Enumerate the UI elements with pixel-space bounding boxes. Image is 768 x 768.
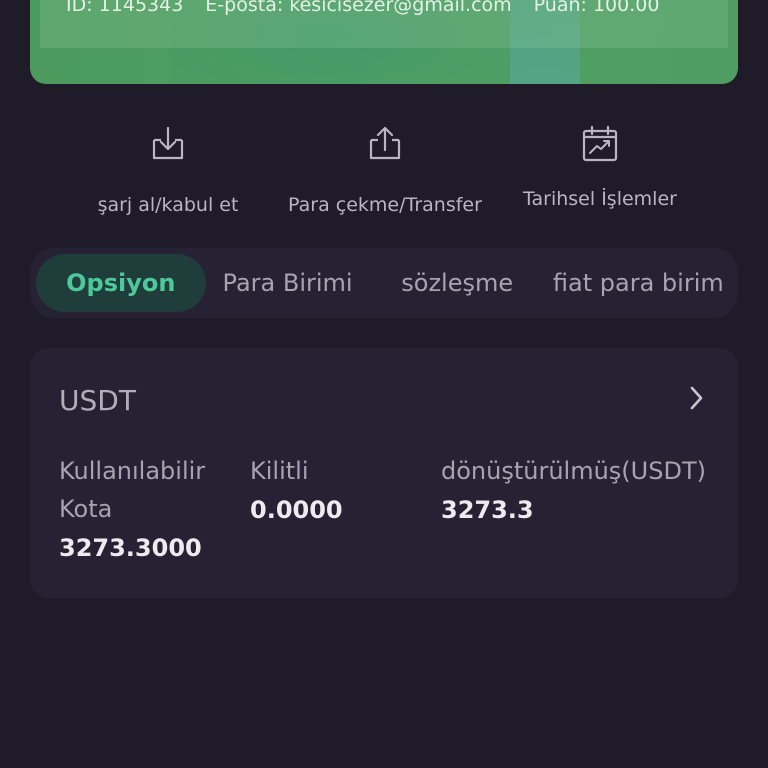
asset-card-usdt[interactable]: USDT Kullanılabilir Kota 3273.3000 Kilit… [30, 348, 738, 598]
converted-value: 3273.3 [441, 496, 534, 524]
profile-card: ID: 1145343 E-posta: kesicisezer@gmail.c… [30, 0, 738, 84]
locked-value: 0.0000 [250, 496, 343, 524]
withdraw-transfer-button[interactable]: Para çekme/Transfer [280, 124, 490, 216]
user-id: ID: 1145343 [66, 0, 184, 16]
locked-label: Kilitli [250, 457, 309, 485]
upload-tray-icon [369, 126, 401, 160]
wallet-page: ID: 1145343 E-posta: kesicisezer@gmail.c… [0, 0, 768, 768]
chevron-right-icon[interactable] [686, 384, 706, 412]
converted-label: dönüştürülmüş(USDT) [441, 457, 706, 485]
user-score: Puan: 100.00 [533, 0, 660, 16]
available-label: Kullanılabilir Kota [59, 457, 206, 523]
deposit-button[interactable]: şarj al/kabul et [88, 124, 248, 216]
available-column: Kullanılabilir Kota 3273.3000 [59, 452, 229, 562]
available-value: 3273.3000 [59, 534, 202, 562]
locked-column: Kilitli 0.0000 [250, 452, 343, 524]
tab-opsiyon[interactable]: Opsiyon [36, 254, 206, 312]
history-button[interactable]: Tarihsel İşlemler [515, 124, 685, 210]
asset-currency: USDT [59, 384, 136, 417]
calendar-chart-icon [582, 125, 618, 162]
converted-column: dönüştürülmüş(USDT) 3273.3 [441, 452, 706, 524]
deposit-label: şarj al/kabul et [97, 194, 239, 216]
profile-info-bar: ID: 1145343 E-posta: kesicisezer@gmail.c… [40, 0, 728, 48]
tab-sozlesme[interactable]: sözleşme [370, 254, 545, 312]
history-label: Tarihsel İşlemler [523, 188, 677, 210]
download-tray-icon [152, 126, 184, 160]
asset-type-tabs: Opsiyon Para Birimi sözleşme fiat para b… [30, 248, 738, 318]
withdraw-transfer-label: Para çekme/Transfer [288, 194, 482, 216]
tab-fiat-para-birimi[interactable]: fiat para birim [545, 254, 738, 312]
user-email: E-posta: kesicisezer@gmail.com [205, 0, 512, 16]
tab-para-birimi[interactable]: Para Birimi [206, 254, 370, 312]
